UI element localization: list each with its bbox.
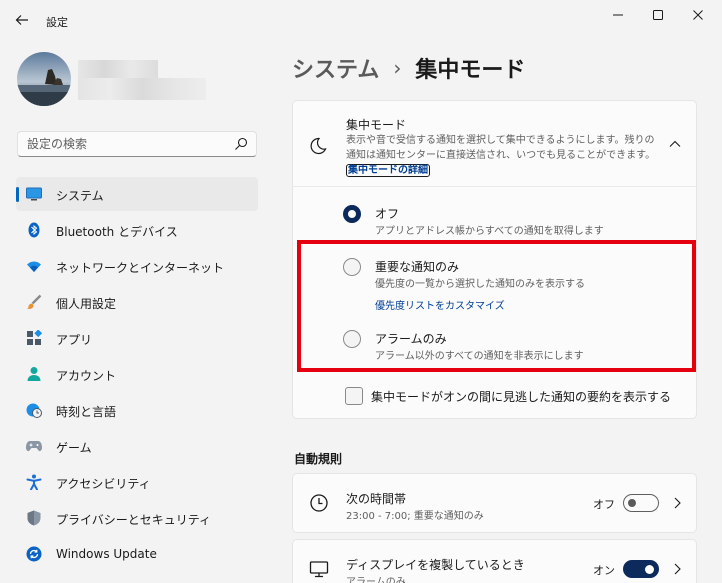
sidebar-item-label: アカウント (56, 369, 117, 383)
sidebar-item-label: 個人用設定 (56, 297, 117, 311)
radio-off[interactable] (343, 205, 361, 223)
chevron-right-icon[interactable] (671, 496, 683, 510)
accessibility-icon (26, 474, 42, 490)
avatar[interactable] (17, 52, 71, 106)
sidebar-item-accounts[interactable]: アカウント (16, 357, 258, 391)
wifi-icon (26, 258, 42, 274)
clock-icon (310, 494, 328, 512)
chevron-right-icon[interactable] (671, 562, 683, 576)
automatic-rules-heading: 自動規則 (294, 452, 343, 466)
sidebar-item-label: アプリ (56, 333, 93, 347)
rule-toggle[interactable] (623, 494, 659, 512)
rule-during-these-times[interactable]: 次の時間帯 23:00 - 7:00; 重要な通知のみ オフ (292, 473, 697, 533)
option-label: オフ (375, 207, 400, 221)
toggle-state-label: オフ (593, 498, 615, 511)
profile-name-redacted (78, 60, 158, 78)
breadcrumb: システム › 集中モード (292, 52, 525, 84)
globe-clock-icon (26, 402, 42, 418)
settings-window: 設定 設定の検索 システム Bluetooth とデバイス ネットワークとインタ… (0, 0, 722, 583)
back-button[interactable] (10, 8, 34, 32)
breadcrumb-parent[interactable]: システム (292, 52, 379, 84)
window-title: 設定 (46, 16, 68, 29)
close-icon (693, 10, 703, 20)
sidebar-item-gaming[interactable]: ゲーム (16, 429, 258, 463)
sidebar-item-network[interactable]: ネットワークとインターネット (16, 249, 258, 283)
sidebar-item-label: ネットワークとインターネット (56, 261, 225, 275)
summary-checkbox-label: 集中モードがオンの間に見逃した通知の要約を表示する (371, 390, 672, 404)
title-bar: 設定 (0, 0, 722, 36)
person-icon (26, 366, 42, 382)
focus-assist-description: 表示や音で受信する通知を選択して集中できるようにします。残りの通知は通知センター… (346, 133, 658, 178)
summary-checkbox[interactable] (345, 387, 363, 405)
search-box[interactable] (17, 131, 257, 157)
avatar-photo-icon (17, 52, 71, 106)
search-icon[interactable] (234, 137, 248, 151)
sidebar-item-label: Bluetooth とデバイス (56, 225, 178, 239)
toggle-state-label: オン (593, 564, 615, 577)
bluetooth-icon (26, 222, 42, 238)
sidebar-item-system[interactable]: システム (16, 177, 258, 211)
toggle-knob (645, 565, 654, 574)
sidebar-nav: システム Bluetooth とデバイス ネットワークとインターネット 個人用設… (16, 177, 258, 573)
sidebar-item-windows-update[interactable]: Windows Update (16, 537, 258, 571)
rule-title: ディスプレイを複製しているとき (346, 558, 525, 572)
sidebar-item-time-language[interactable]: 時刻と言語 (16, 393, 258, 427)
minimize-icon (613, 14, 623, 16)
gamepad-icon (26, 438, 42, 454)
focus-assist-description-text: 表示や音で受信する通知を選択して集中できるようにします。残りの通知は通知センター… (346, 135, 656, 161)
back-arrow-icon (15, 15, 28, 25)
rule-title: 次の時間帯 (346, 492, 407, 506)
rule-duplicating-display[interactable]: ディスプレイを複製しているとき アラームのみ オン (292, 539, 697, 583)
sidebar-item-label: ゲーム (56, 441, 92, 455)
sidebar-item-personalization[interactable]: 個人用設定 (16, 285, 258, 319)
focus-assist-header[interactable]: 集中モード 表示や音で受信する通知を選択して集中できるようにします。残りの通知は… (293, 101, 696, 187)
rule-subtitle: 23:00 - 7:00; 重要な通知のみ (346, 511, 484, 522)
update-icon (26, 546, 42, 562)
sidebar-item-label: 時刻と言語 (56, 405, 117, 419)
shield-icon (26, 510, 42, 526)
rule-subtitle: アラームのみ (346, 577, 406, 583)
chevron-up-icon[interactable] (668, 137, 682, 151)
highlight-box (297, 240, 696, 372)
breadcrumb-separator: › (393, 56, 402, 80)
page-title: 集中モード (415, 58, 526, 83)
close-button[interactable] (680, 0, 716, 30)
focus-assist-learn-more-link[interactable]: 集中モードの詳細 (346, 164, 430, 177)
sidebar-item-label: プライバシーとセキュリティ (56, 513, 212, 527)
sidebar-item-accessibility[interactable]: アクセシビリティ (16, 465, 258, 499)
sidebar-item-label: アクセシビリティ (56, 477, 151, 491)
maximize-button[interactable] (640, 0, 676, 30)
maximize-icon (653, 10, 663, 20)
option-description: アプリとアドレス帳からすべての通知を取得します (375, 226, 604, 237)
sidebar-item-privacy-security[interactable]: プライバシーとセキュリティ (16, 501, 258, 535)
monitor-icon (26, 186, 42, 202)
monitor-outline-icon (309, 561, 329, 578)
search-input[interactable] (27, 136, 227, 152)
rule-toggle[interactable] (623, 560, 659, 578)
moon-icon (310, 137, 327, 155)
apps-icon (26, 330, 42, 346)
toggle-knob (628, 499, 636, 507)
sidebar-item-label: Windows Update (56, 547, 157, 561)
sidebar-item-apps[interactable]: アプリ (16, 321, 258, 355)
minimize-button[interactable] (600, 0, 636, 30)
profile-email-redacted (78, 78, 206, 100)
sidebar-item-label: システム (56, 189, 104, 203)
focus-assist-title: 集中モード (346, 118, 407, 132)
sidebar-item-bluetooth[interactable]: Bluetooth とデバイス (16, 213, 258, 247)
brush-icon (26, 294, 42, 310)
